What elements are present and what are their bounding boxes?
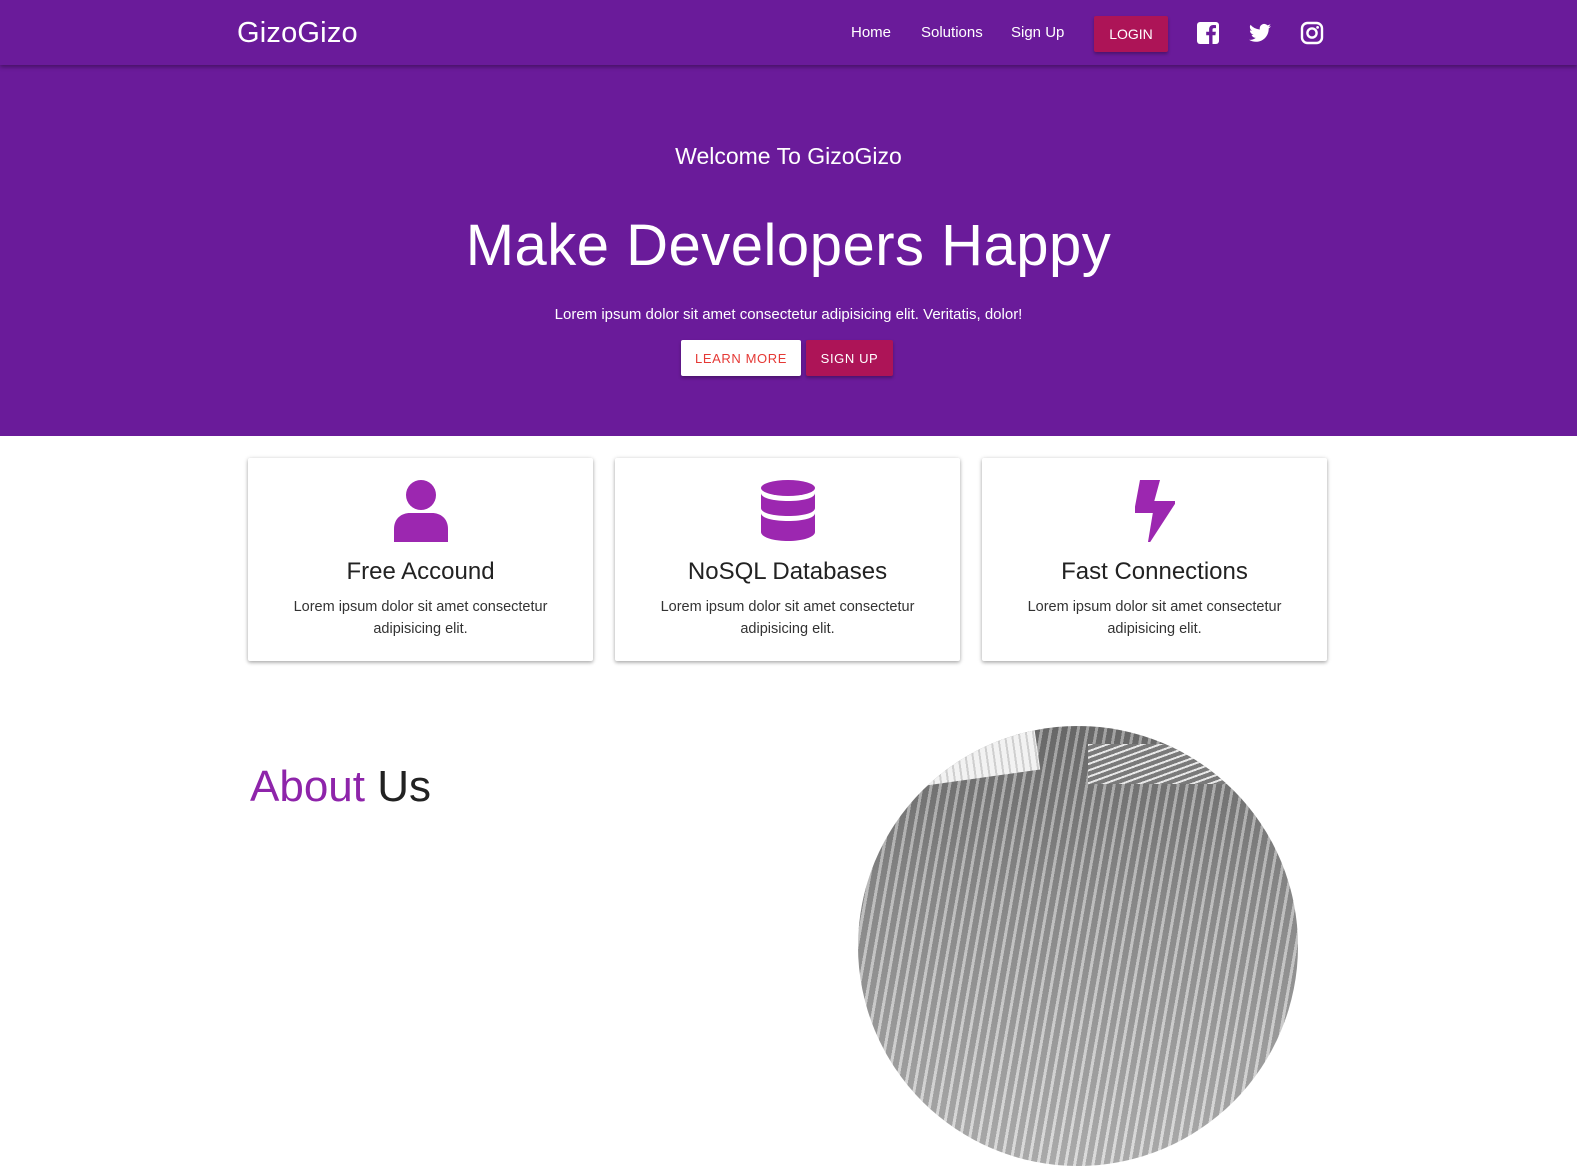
about-heading: About Us — [250, 760, 431, 814]
brand-logo[interactable]: GizoGizo — [237, 15, 358, 51]
feature-title: NoSQL Databases — [687, 558, 888, 585]
facebook-icon[interactable] — [1196, 21, 1220, 45]
bolt-icon — [982, 480, 1327, 542]
learn-more-button[interactable]: LEARN MORE — [681, 340, 801, 376]
database-icon — [615, 480, 960, 542]
feature-text: Lorem ipsum dolor sit amet consectetur a… — [660, 599, 915, 637]
nav-link-solutions[interactable]: Solutions — [921, 24, 983, 42]
nav-link-sign-up[interactable]: Sign Up — [1011, 24, 1064, 42]
sign-up-button[interactable]: SIGN UP — [806, 340, 893, 376]
about-heading-rest: Us — [377, 762, 431, 811]
login-button[interactable]: LOGIN — [1094, 16, 1168, 52]
server-rack-shape — [915, 729, 1041, 787]
feature-title: Fast Connections — [1061, 558, 1248, 585]
feature-title: Free Accound — [346, 558, 495, 585]
feature-text: Lorem ipsum dolor sit amet consectetur a… — [293, 599, 548, 637]
twitter-icon[interactable] — [1248, 21, 1272, 45]
feature-card-free-account: Free Accound Lorem ipsum dolor sit amet … — [248, 458, 593, 661]
feature-card-fast-connections: Fast Connections Lorem ipsum dolor sit a… — [982, 458, 1327, 661]
nav-link-home[interactable]: Home — [851, 24, 891, 42]
instagram-icon[interactable] — [1300, 21, 1324, 45]
feature-text: Lorem ipsum dolor sit amet consectetur a… — [1027, 599, 1282, 637]
hero-subtitle: Welcome To GizoGizo — [675, 143, 902, 169]
navbar: GizoGizo Home Solutions Sign Up LOGIN — [0, 0, 1577, 65]
hero-title: Make Developers Happy — [465, 213, 1112, 278]
hero-text: Lorem ipsum dolor sit amet consectetur a… — [554, 306, 1023, 323]
about-heading-accent: About — [250, 762, 365, 811]
hero-section: Welcome To GizoGizo Make Developers Happ… — [0, 65, 1577, 436]
cables-shape — [1088, 744, 1248, 784]
feature-card-nosql-databases: NoSQL Databases Lorem ipsum dolor sit am… — [615, 458, 960, 661]
user-icon — [248, 480, 593, 542]
about-image — [858, 726, 1298, 1166]
